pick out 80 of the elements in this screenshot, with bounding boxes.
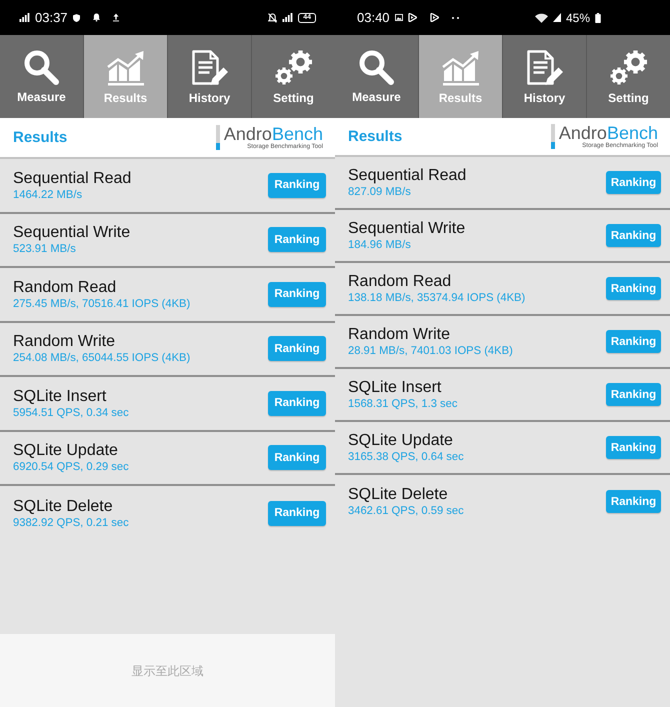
- test-name: Random Write: [348, 325, 451, 344]
- ranking-button[interactable]: Ranking: [268, 445, 326, 470]
- ranking-button[interactable]: Ranking: [606, 277, 661, 300]
- nav-tab[interactable]: Setting: [587, 35, 670, 118]
- image-icon: [394, 14, 403, 21]
- test-result: 3165.38 QPS, 0.64 sec: [348, 450, 464, 464]
- ranking-button[interactable]: Ranking: [606, 330, 661, 353]
- nav-tab[interactable]: Measure: [0, 35, 84, 118]
- test-name: SQLite Insert: [348, 378, 442, 397]
- test-result: 138.18 MB/s, 35374.94 IOPS (4KB): [348, 291, 526, 305]
- test-result: 275.45 MB/s, 70516.41 IOPS (4KB): [13, 296, 190, 311]
- nav-tab[interactable]: Setting: [252, 35, 335, 118]
- document-edit-icon: [526, 50, 562, 86]
- test-result: 5954.51 QPS, 0.34 sec: [13, 406, 129, 420]
- header-title: Results: [348, 128, 402, 146]
- logo-wordmark: AndroBench: [558, 124, 658, 142]
- document-edit-icon: [192, 50, 228, 86]
- ranking-button[interactable]: Ranking: [268, 282, 326, 307]
- test-name: Sequential Read: [348, 166, 466, 185]
- test-name: Sequential Write: [13, 223, 130, 242]
- chart-icon: [442, 50, 480, 86]
- ranking-button[interactable]: Ranking: [606, 383, 661, 406]
- test-name: SQLite Insert: [13, 386, 108, 406]
- muted-bell-icon: [268, 12, 278, 22]
- ranking-button[interactable]: Ranking: [268, 336, 326, 362]
- wifi-icon: [534, 12, 548, 22]
- status-time: 03:37: [35, 10, 68, 25]
- status-time: 03:40: [357, 10, 390, 25]
- test-name: SQLite Delete: [13, 496, 114, 516]
- logo-bar-icon: [550, 124, 555, 149]
- test-name: Random Read: [348, 272, 452, 291]
- logo-bar-icon: [216, 125, 220, 150]
- test-result: 1568.31 QPS, 1.3 sec: [348, 397, 458, 411]
- ranking-button[interactable]: Ranking: [268, 500, 326, 526]
- gears-icon: [274, 50, 312, 86]
- nav-tab[interactable]: Results: [84, 35, 168, 118]
- play-icon: [408, 13, 417, 22]
- test-name: SQLite Delete: [348, 485, 449, 504]
- battery-percent: 45%: [566, 10, 590, 24]
- test-name: SQLite Update: [13, 441, 119, 460]
- footer-hint: 显示至此区域: [132, 664, 204, 678]
- ranking-button[interactable]: Ranking: [606, 490, 661, 513]
- test-name: Random Read: [13, 278, 118, 297]
- test-result: 523.91 MB/s: [13, 242, 77, 256]
- search-icon: [24, 50, 59, 85]
- nav-tab[interactable]: History: [168, 35, 252, 118]
- ranking-button[interactable]: Ranking: [268, 227, 326, 252]
- test-result: 254.08 MB/s, 65044.55 IOPS (4KB): [13, 351, 190, 366]
- ranking-button[interactable]: Ranking: [268, 390, 326, 416]
- shield-icon: [72, 14, 80, 22]
- test-name: Sequential Read: [13, 168, 132, 188]
- ranking-button[interactable]: Ranking: [606, 436, 661, 459]
- test-name: SQLite Update: [348, 431, 454, 450]
- nav-tab[interactable]: History: [503, 35, 587, 118]
- test-result: 3462.61 QPS, 0.59 sec: [348, 504, 464, 518]
- test-result: 28.91 MB/s, 7401.03 IOPS (4KB): [348, 344, 513, 358]
- test-result: 6920.54 QPS, 0.29 sec: [13, 460, 129, 474]
- test-result: 1464.22 MB/s: [13, 188, 84, 202]
- signal-icon: [552, 13, 561, 22]
- chart-icon: [106, 50, 144, 86]
- test-result: 9382.92 QPS, 0.21 sec: [13, 516, 129, 530]
- nav-tab[interactable]: Measure: [335, 35, 419, 118]
- test-result: 184.96 MB/s: [348, 238, 412, 252]
- ranking-button[interactable]: Ranking: [606, 171, 661, 194]
- header-title: Results: [13, 128, 68, 146]
- battery-icon: [595, 12, 601, 22]
- upload-icon: [112, 13, 119, 22]
- play-icon: [430, 13, 439, 22]
- ranking-button[interactable]: Ranking: [606, 224, 661, 247]
- signal-icon: [19, 13, 30, 22]
- logo-wordmark: AndroBench: [224, 125, 323, 143]
- search-icon: [359, 50, 394, 85]
- test-result: 827.09 MB/s: [348, 185, 412, 199]
- test-name: Sequential Write: [348, 219, 466, 238]
- signal-icon: [282, 13, 294, 22]
- bell-icon: [92, 13, 100, 22]
- nav-tab[interactable]: Results: [419, 35, 503, 118]
- test-name: Random Write: [13, 332, 116, 352]
- ranking-button[interactable]: Ranking: [268, 172, 326, 198]
- gears-icon: [610, 50, 648, 86]
